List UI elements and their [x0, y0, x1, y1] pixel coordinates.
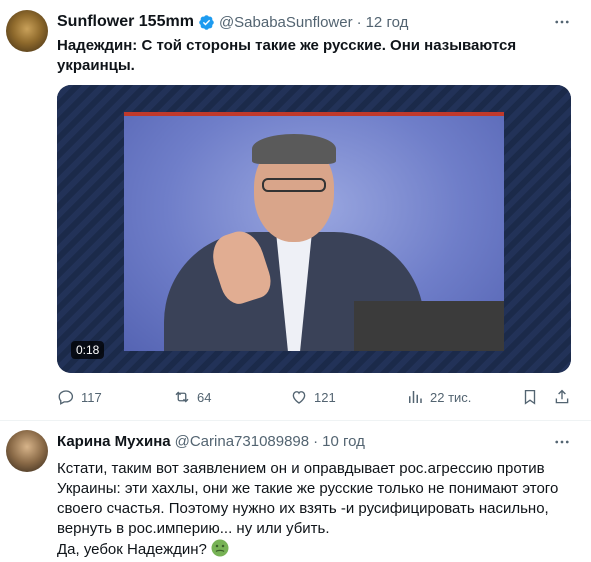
reply-button[interactable]: 117 — [57, 388, 102, 406]
views-count: 22 тис. — [430, 389, 472, 405]
separator: · — [356, 13, 362, 31]
like-icon — [292, 391, 306, 404]
video-frame[interactable] — [124, 112, 504, 351]
video-laptop — [354, 301, 504, 351]
video-person-glasses — [262, 178, 326, 192]
tweet-text: Кстати, таким вот заявлением он и оправд… — [57, 459, 577, 560]
like-button[interactable]: 121 — [290, 388, 336, 406]
video-player[interactable]: 0:18 — [57, 85, 571, 373]
nauseated-face-emoji — [211, 539, 229, 557]
author-handle[interactable]: @SababaSunflower — [219, 14, 353, 31]
tweet-2[interactable]: Карина Мухина @Carina731089898 · 10 год … — [0, 420, 591, 562]
tweet-header: Sunflower 155mm @SababaSunflower · 12 го… — [57, 13, 408, 31]
views-button[interactable]: 22 тис. — [406, 388, 471, 406]
avatar[interactable] — [6, 10, 48, 52]
tweet-1[interactable]: Sunflower 155mm @SababaSunflower · 12 го… — [0, 0, 591, 420]
tweet-text-last-line: Да, уебок Надеждин? — [57, 541, 207, 558]
tweet-text-paragraph: Кстати, таким вот заявлением он и оправд… — [57, 460, 559, 537]
bookmark-button[interactable] — [521, 388, 539, 406]
author-name[interactable]: Sunflower 155mm — [57, 13, 194, 31]
author-handle[interactable]: @Carina731089898 — [175, 433, 310, 450]
separator: · — [313, 433, 319, 450]
views-icon — [409, 391, 422, 403]
timestamp[interactable]: 10 год — [322, 433, 365, 450]
share-icon — [555, 389, 569, 404]
verified-badge-icon — [198, 14, 215, 31]
tweet-header: Карина Мухина @Carina731089898 · 10 год — [57, 433, 365, 450]
more-button[interactable] — [551, 12, 573, 32]
more-icon — [555, 440, 569, 444]
action-bar: 117 64 121 22 тис. — [57, 388, 571, 408]
author-name[interactable]: Карина Мухина — [57, 433, 171, 450]
repost-count: 64 — [197, 389, 212, 405]
video-person-hair — [252, 134, 336, 164]
reply-count: 117 — [81, 389, 102, 405]
more-icon — [555, 20, 569, 24]
bookmark-icon — [524, 389, 536, 405]
share-button[interactable] — [553, 388, 571, 406]
like-count: 121 — [314, 389, 336, 405]
reply-icon — [58, 390, 74, 405]
more-button[interactable] — [551, 432, 573, 452]
repost-icon — [175, 391, 189, 403]
avatar[interactable] — [6, 430, 48, 472]
tweet-text: Надеждин: С той стороны такие же русские… — [57, 37, 517, 74]
timestamp[interactable]: 12 год — [366, 14, 409, 31]
repost-button[interactable]: 64 — [173, 388, 211, 406]
video-duration: 0:18 — [71, 341, 105, 359]
video-top-bar — [124, 112, 504, 116]
